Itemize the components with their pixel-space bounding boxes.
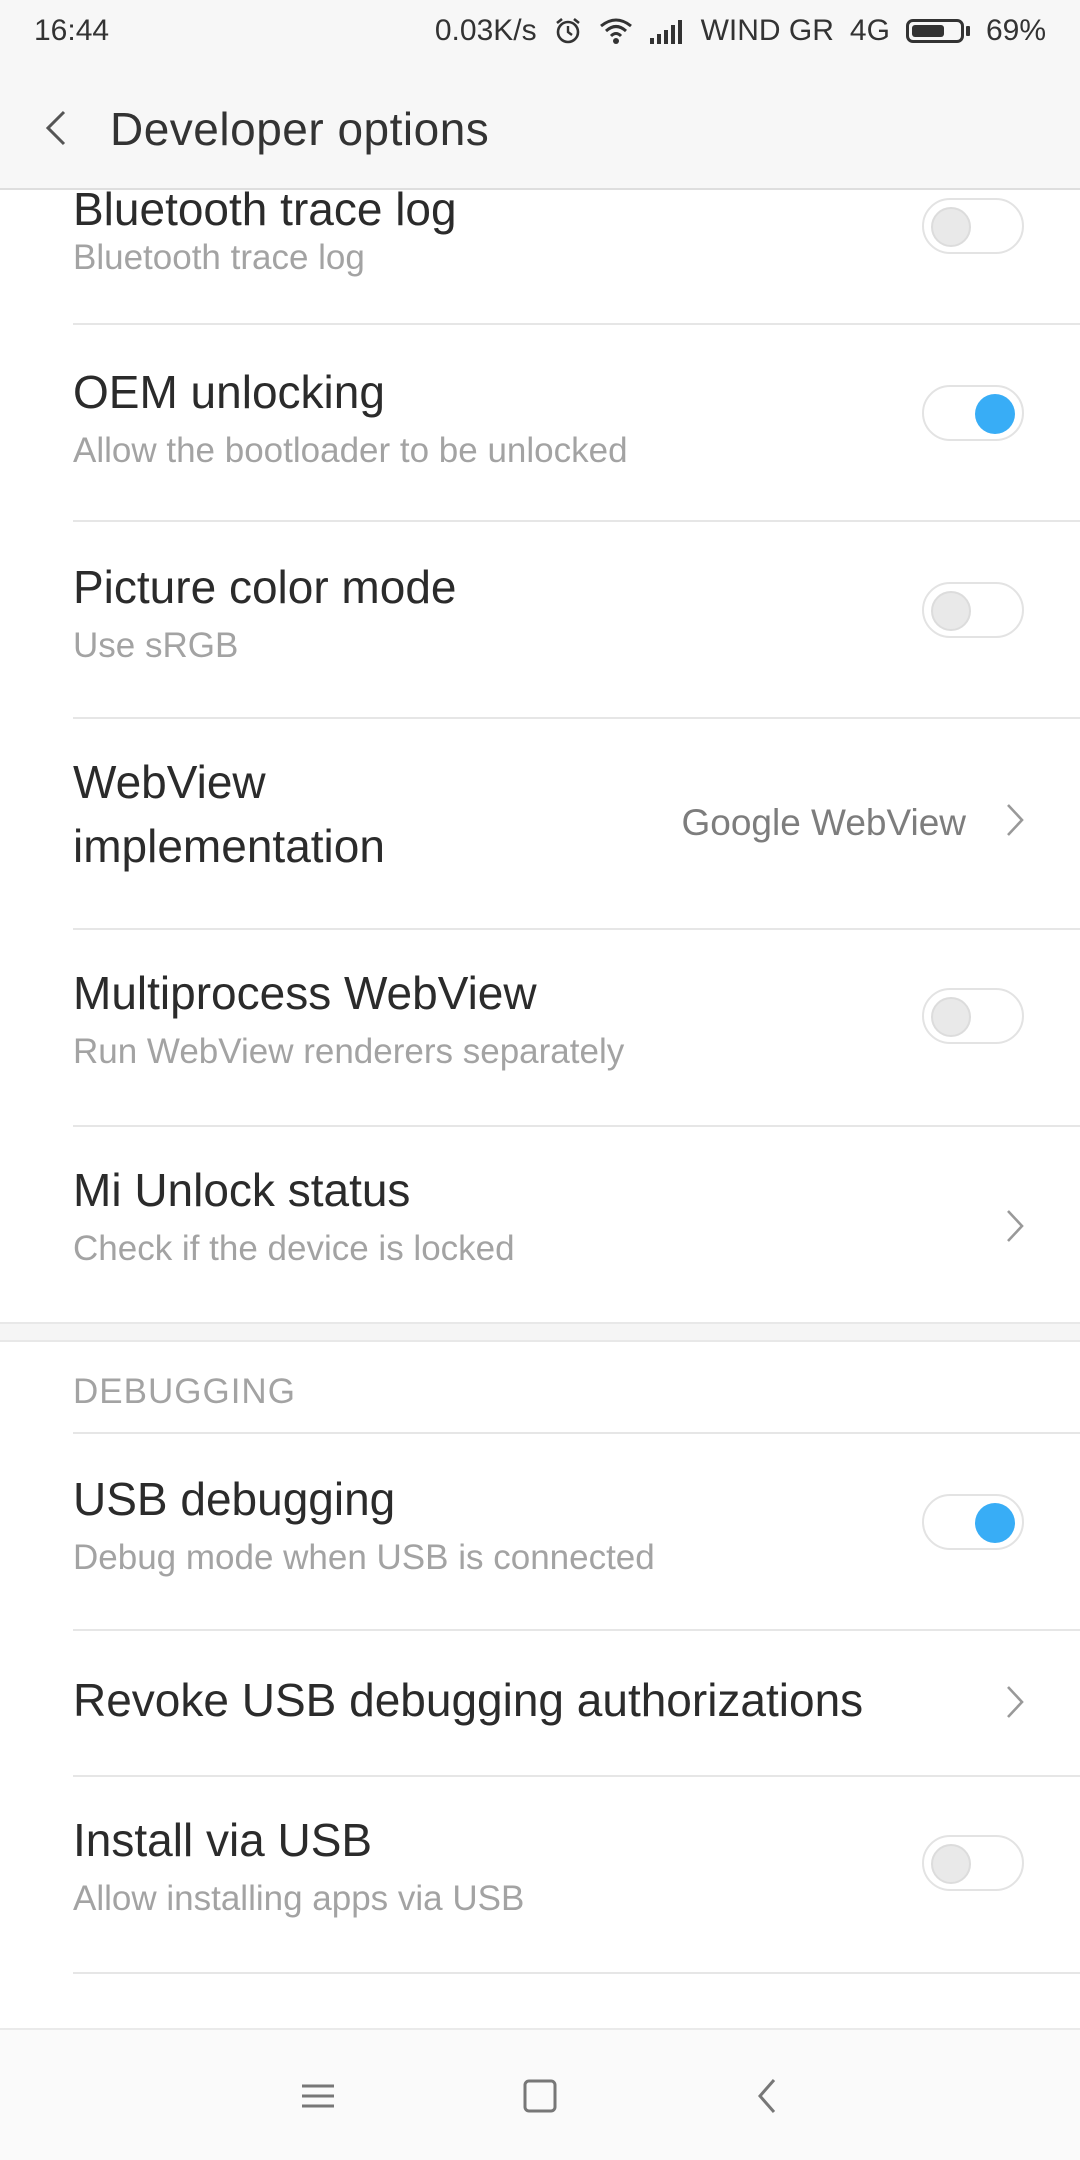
battery-icon [905,19,970,43]
nav-back-button[interactable] [738,2070,798,2122]
section-title: DEBUGGING [73,1372,296,1411]
network-type: 4G [849,14,890,47]
battery-percent: 69% [985,14,1046,47]
chevron-right-icon [1007,1210,1024,1242]
oem-unlocking-toggle[interactable] [922,385,1024,441]
setting-title: Bluetooth trace log [73,190,457,235]
usb-debugging-toggle[interactable] [922,1494,1024,1550]
chevron-right-icon [1007,804,1024,836]
section-header-debugging: DEBUGGING [0,1342,1080,1432]
navigation-bar [0,2028,1080,2160]
setting-bluetooth-trace-log[interactable]: Bluetooth trace log Bluetooth trace log [0,190,1080,324]
setting-title: Revoke USB debugging authorizations [73,1674,864,1726]
setting-subtitle: Allow installing apps via USB [73,1879,525,1918]
back-button[interactable] [36,104,76,152]
setting-mi-unlock-status[interactable]: Mi Unlock status Check if the device is … [0,1127,1080,1323]
setting-title: OEM unlocking [73,366,385,418]
setting-install-via-usb[interactable]: Install via USB Allow installing apps vi… [0,1777,1080,1973]
setting-title: Picture color mode [73,561,457,613]
install-via-usb-toggle[interactable] [922,1835,1024,1891]
menu-icon [302,2084,334,2108]
network-speed: 0.03K/s [434,14,537,47]
home-button[interactable] [510,2070,570,2122]
chevron-left-icon [45,110,66,146]
setting-multiprocess-webview[interactable]: Multiprocess WebView Run WebView rendere… [0,930,1080,1126]
setting-title: Install via USB [73,1814,373,1866]
setting-subtitle: Use sRGB [73,626,239,665]
divider [73,1972,1080,1974]
chevron-right-icon [1007,1686,1024,1718]
app-header: Developer options [0,66,1080,190]
setting-title: Multiprocess WebView [73,967,537,1019]
webview-implementation-value: Google WebView [681,802,966,843]
setting-oem-unlocking[interactable]: OEM unlocking Allow the bootloader to be… [0,325,1080,521]
setting-subtitle: Bluetooth trace log [73,238,365,277]
status-right: 0.03K/s WIND GR 4G 69% [435,14,1046,48]
setting-subtitle: Allow the bootloader to be unlocked [73,431,628,470]
multiprocess-webview-toggle[interactable] [922,988,1024,1044]
setting-subtitle: Check if the device is locked [73,1229,515,1268]
carrier-name: WIND GR [700,14,834,47]
setting-usb-debugging[interactable]: USB debugging Debug mode when USB is con… [0,1434,1080,1630]
alarm-icon [553,16,583,46]
setting-title: USB debugging [73,1473,396,1525]
setting-subtitle: Debug mode when USB is connected [73,1538,655,1577]
status-time: 16:44 [34,14,110,47]
setting-webview-implementation[interactable]: WebView implementation Google WebView [0,719,1080,929]
menu-button[interactable] [288,2070,348,2122]
setting-subtitle: Run WebView renderers separately [73,1032,625,1071]
setting-revoke-usb-authorizations[interactable]: Revoke USB debugging authorizations [0,1631,1080,1775]
setting-title-line1: WebView [73,756,266,808]
status-bar: 16:44 0.03K/s WIND GR 4G 69% [0,0,1080,66]
settings-list[interactable]: Bluetooth trace log Bluetooth trace log … [0,190,1080,2028]
signal-icon [649,18,685,44]
back-icon [758,2079,776,2113]
setting-picture-color-mode[interactable]: Picture color mode Use sRGB [0,522,1080,718]
setting-title: Mi Unlock status [73,1164,411,1216]
section-separator [0,1322,1080,1342]
wifi-icon [599,17,633,45]
bluetooth-trace-toggle[interactable] [922,198,1024,254]
picture-color-toggle[interactable] [922,582,1024,638]
setting-title-line2: implementation [73,820,385,872]
home-icon [523,2079,557,2113]
page-title: Developer options [110,103,490,155]
